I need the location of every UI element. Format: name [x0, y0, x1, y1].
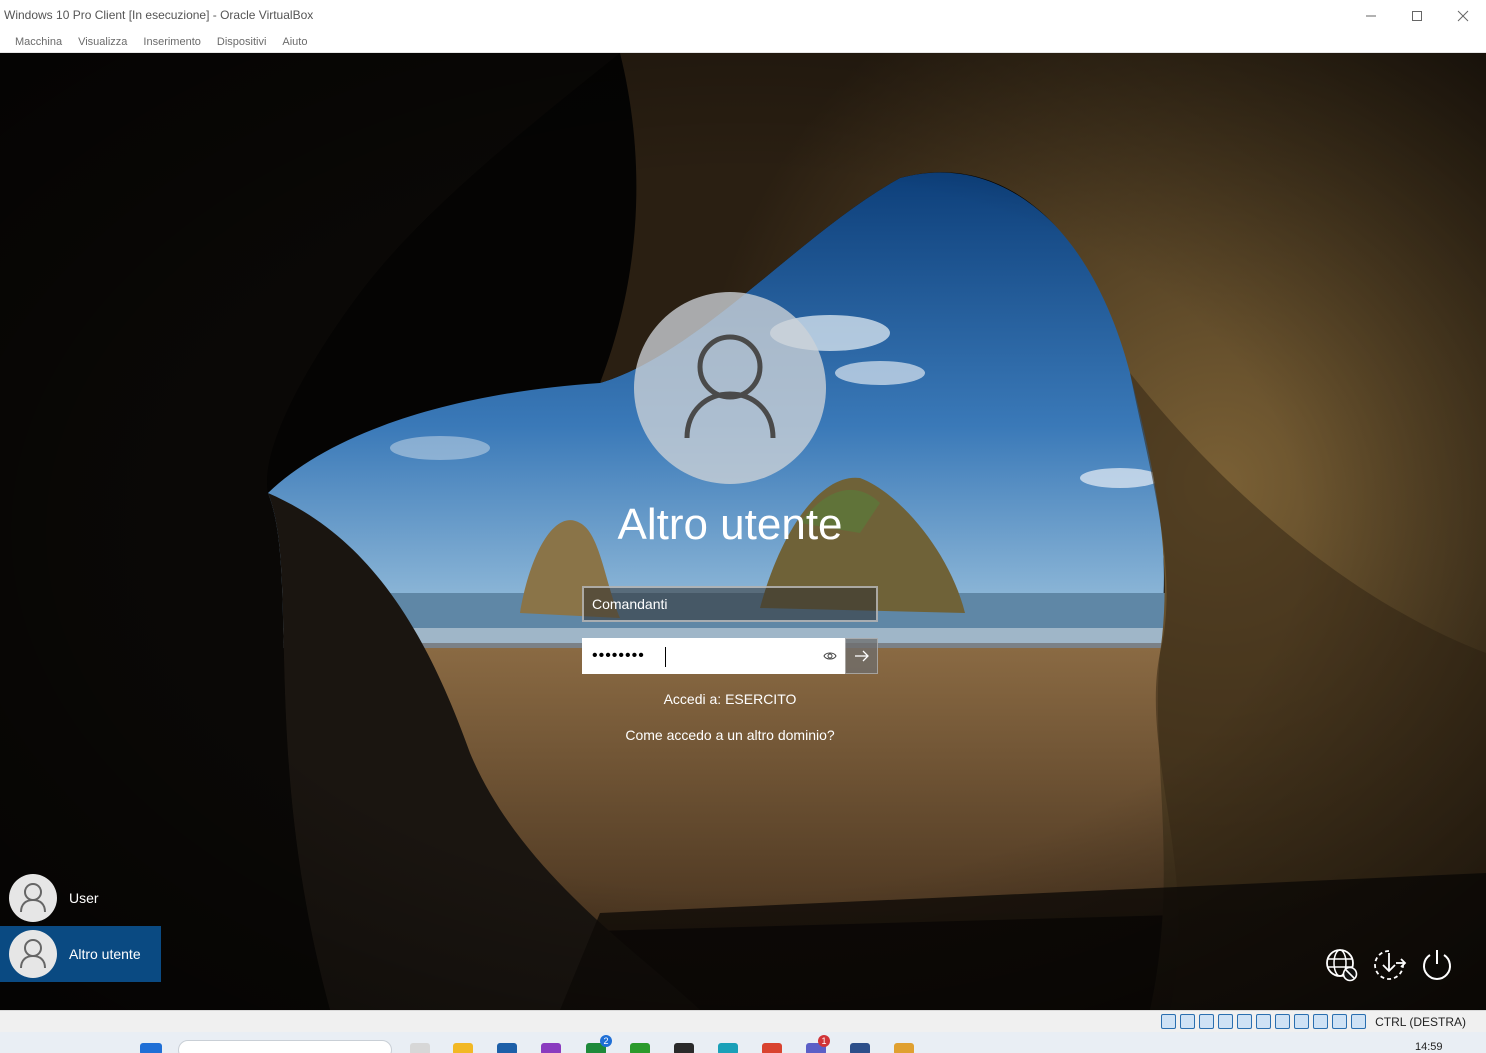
user-tile-user[interactable]: User [0, 870, 161, 926]
vm-screen[interactable]: Altro utente Comandanti •••••••• Accedi … [0, 53, 1486, 1010]
eye-icon[interactable] [823, 650, 837, 662]
host-key-label: CTRL (DESTRA) [1375, 1015, 1466, 1029]
usb-icon[interactable] [1237, 1014, 1252, 1029]
status-icons [1157, 1014, 1366, 1029]
network-icon[interactable] [1324, 947, 1360, 983]
app-icon[interactable] [630, 1043, 650, 1053]
person-icon [684, 334, 776, 439]
minimize-icon [1366, 15, 1376, 16]
text-caret [665, 647, 666, 667]
tile-avatar [9, 930, 57, 978]
optical-drive-icon[interactable] [1180, 1014, 1195, 1029]
start-icon[interactable] [140, 1043, 162, 1053]
maximize-icon [1412, 10, 1422, 21]
display-icon[interactable] [1275, 1014, 1290, 1029]
shared-folders-icon[interactable] [1256, 1014, 1271, 1029]
host-taskbar: 2 1 14:59 [0, 1032, 1486, 1053]
task-view-icon[interactable] [410, 1043, 430, 1053]
person-icon [20, 883, 46, 913]
keyboard-icon[interactable] [1351, 1014, 1366, 1029]
power-icon[interactable] [1419, 947, 1455, 983]
window-titlebar: Windows 10 Pro Client [In esecuzione] - … [0, 0, 1486, 31]
user-tile-altro-utente[interactable]: Altro utente [0, 926, 161, 982]
network-adapter-icon[interactable] [1218, 1014, 1233, 1029]
user-tile-label: Altro utente [69, 946, 141, 962]
close-button[interactable] [1440, 0, 1486, 31]
user-avatar [634, 292, 826, 484]
accessibility-icon[interactable] [1371, 947, 1407, 983]
menu-aiuto[interactable]: Aiuto [282, 36, 307, 48]
menu-macchina[interactable]: Macchina [15, 36, 62, 48]
audio-icon[interactable] [1199, 1014, 1214, 1029]
mouse-integration-icon[interactable] [1332, 1014, 1347, 1029]
minimize-button[interactable] [1348, 0, 1394, 31]
notification-badge: 2 [600, 1035, 612, 1047]
username-input[interactable]: Comandanti [582, 586, 878, 622]
vbox-statusbar: CTRL (DESTRA) [0, 1010, 1486, 1032]
file-explorer-icon[interactable] [453, 1043, 473, 1053]
chrome-icon[interactable] [762, 1043, 782, 1053]
tile-avatar [9, 874, 57, 922]
close-icon [1457, 10, 1469, 21]
user-tile-label: User [69, 890, 99, 906]
hard-disk-icon[interactable] [1161, 1014, 1176, 1029]
taskbar-search[interactable] [178, 1040, 392, 1053]
other-domain-link[interactable]: Come accedo a un altro dominio? [480, 727, 980, 743]
clock[interactable]: 14:59 [1415, 1041, 1443, 1053]
sign-in-domain: Accedi a: ESERCITO [663, 691, 797, 707]
store-icon[interactable] [497, 1043, 517, 1053]
menu-inserimento[interactable]: Inserimento [143, 36, 200, 48]
menu-dispositivi[interactable]: Dispositivi [217, 36, 267, 48]
menu-visualizza[interactable]: Visualizza [78, 36, 127, 48]
menu-bar: Macchina Visualizza Inserimento Disposit… [0, 31, 1486, 53]
recording-icon[interactable] [1294, 1014, 1309, 1029]
maximize-button[interactable] [1394, 0, 1440, 31]
password-input[interactable]: •••••••• [582, 638, 845, 674]
virtualbox-icon[interactable] [850, 1043, 870, 1053]
window-title: Windows 10 Pro Client [In esecuzione] - … [4, 8, 314, 22]
arrow-right-icon [854, 650, 869, 662]
password-row: •••••••• [582, 638, 878, 674]
person-icon [20, 939, 46, 969]
app-icon[interactable] [541, 1043, 561, 1053]
password-value: •••••••• [592, 647, 645, 664]
submit-button[interactable] [845, 638, 878, 674]
edge-icon[interactable] [718, 1043, 738, 1053]
app-icon[interactable] [674, 1043, 694, 1053]
app-icon[interactable] [894, 1043, 914, 1053]
cpu-icon[interactable] [1313, 1014, 1328, 1029]
user-title: Altro utente [617, 500, 843, 549]
notification-badge: 1 [818, 1035, 830, 1047]
